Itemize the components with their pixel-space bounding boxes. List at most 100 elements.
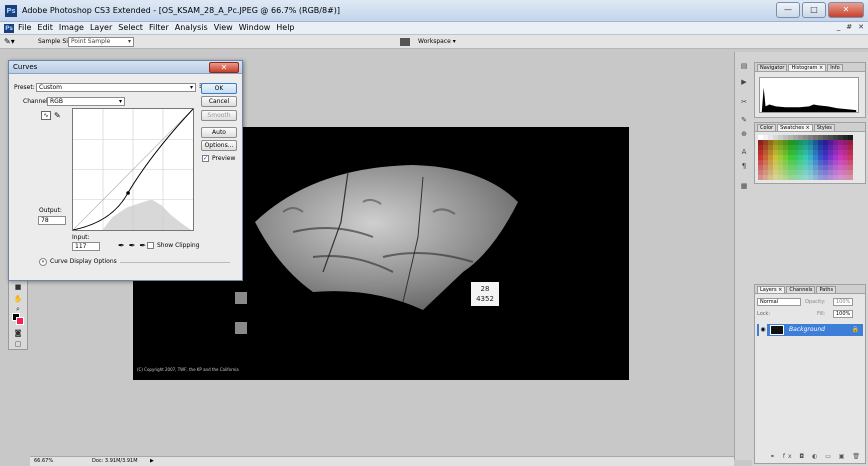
menu-window[interactable]: Window xyxy=(239,23,271,32)
doc-minimize-button[interactable]: _ xyxy=(837,23,841,31)
eye-icon[interactable]: ◉ xyxy=(759,324,767,336)
menu-analysis[interactable]: Analysis xyxy=(175,23,208,32)
histogram-graph xyxy=(759,77,859,113)
sample-size-select[interactable]: Point Sample ▾ xyxy=(68,37,134,47)
title-bar: Ps Adobe Photoshop CS3 Extended - [OS_KS… xyxy=(0,0,868,22)
chevron-down-icon: ▾ xyxy=(189,84,193,91)
doc-maximize-button[interactable]: # xyxy=(846,23,852,31)
scale-block xyxy=(235,292,247,304)
actions-icon[interactable]: ▶ xyxy=(739,78,749,87)
maximize-button[interactable]: □ xyxy=(802,2,826,18)
input-label: Input: xyxy=(72,234,90,241)
swatch-cell[interactable] xyxy=(848,175,853,180)
lock-label: Lock: xyxy=(757,311,771,317)
fill-label: Fill: xyxy=(817,311,826,317)
menu-help[interactable]: Help xyxy=(276,23,294,32)
curves-close-button[interactable]: ✕ xyxy=(209,62,239,73)
blend-mode-select[interactable]: Normal xyxy=(757,298,801,306)
menu-file[interactable]: File xyxy=(18,23,31,32)
chevron-down-icon: ▾ xyxy=(127,38,131,45)
opacity-field[interactable]: 100% xyxy=(833,298,853,306)
divider xyxy=(120,262,230,263)
tab-histogram[interactable]: Histogram × xyxy=(788,64,827,71)
output-label: Output: xyxy=(39,207,62,214)
pencil-icon[interactable]: ✎ xyxy=(54,111,61,120)
label-card-id: 4352 xyxy=(476,295,494,303)
menu-view[interactable]: View xyxy=(214,23,233,32)
clone-source-icon[interactable]: ⊕ xyxy=(739,130,749,139)
tab-layers[interactable]: Layers × xyxy=(757,286,786,293)
layers-panel: Layers × Channels Paths Normal Opacity: … xyxy=(754,284,866,464)
show-clipping-checkbox[interactable] xyxy=(147,242,154,249)
layer-thumbnail xyxy=(770,325,784,335)
expand-chevron-icon[interactable]: » xyxy=(39,258,47,266)
right-panels: Navigator Histogram × Info Color Swatche… xyxy=(752,52,868,466)
background-color-swatch[interactable] xyxy=(16,317,24,325)
screen-mode-icon[interactable]: ▢ xyxy=(12,340,24,349)
tab-channels[interactable]: Channels xyxy=(786,286,816,293)
eyedropper-tool-icon[interactable]: ✎▾ xyxy=(4,37,15,46)
curves-dialog: Curves ✕ Preset: Custom▾ ☰ Channel: RGB▾… xyxy=(8,60,243,281)
app-menu-icon[interactable]: Ps xyxy=(4,24,14,33)
character-icon[interactable]: A xyxy=(739,148,749,157)
swatches-panel: Color Swatches × Styles xyxy=(754,122,866,184)
workspace-button[interactable]: Workspace ▾ xyxy=(418,38,456,45)
channel-select[interactable]: RGB ▾ xyxy=(47,97,125,106)
curve-control-point[interactable] xyxy=(126,191,130,195)
history-icon[interactable]: ▤ xyxy=(739,62,749,71)
scale-block xyxy=(235,322,247,334)
menu-layer[interactable]: Layer xyxy=(90,23,112,32)
curve-display-options-label: Curve Display Options xyxy=(50,258,117,265)
chevron-down-icon: ▾ xyxy=(118,98,122,105)
close-button[interactable]: ✕ xyxy=(828,2,864,18)
curve-points-icon[interactable]: ∿ xyxy=(41,111,51,120)
layers-footer-icons[interactable]: ⚭ fx ◘ ◐ ▭ ▣ 🗑 xyxy=(757,453,863,460)
doc-size: Doc: 3.91M/3.91M xyxy=(92,458,138,464)
layer-comps-icon[interactable]: ▦ xyxy=(739,182,749,191)
quick-mask-icon[interactable]: ◙ xyxy=(12,329,24,338)
opacity-label: Opacity: xyxy=(805,299,826,305)
cancel-button[interactable]: Cancel xyxy=(201,96,237,107)
menu-select[interactable]: Select xyxy=(118,23,143,32)
zoom-level[interactable]: 66.67% xyxy=(34,457,53,466)
status-bar: 66.67% Doc: 3.91M/3.91M ▶ xyxy=(30,456,734,466)
tab-paths[interactable]: Paths xyxy=(816,286,837,293)
label-card-number: 28 xyxy=(480,285,490,293)
paragraph-icon[interactable]: ¶ xyxy=(739,162,749,171)
brushes-icon[interactable]: ✎ xyxy=(739,116,749,125)
layer-row-background[interactable]: ◉ Background 🔒 xyxy=(757,324,863,336)
histogram-panel: Navigator Histogram × Info xyxy=(754,62,866,118)
eyedropper-icons[interactable]: ✒✒✒ xyxy=(118,241,150,250)
preview-checkbox[interactable]: ✓ xyxy=(202,155,209,162)
menu-image[interactable]: Image xyxy=(59,23,84,32)
tab-info[interactable]: Info xyxy=(827,64,843,71)
smooth-button[interactable]: Smooth xyxy=(201,110,237,121)
workspace-icon[interactable] xyxy=(400,38,410,46)
window-controls: — □ ✕ xyxy=(776,2,864,18)
tab-color[interactable]: Color xyxy=(757,124,777,131)
menu-bar: Ps File Edit Image Layer Select Filter A… xyxy=(0,22,868,35)
tool-presets-icon[interactable]: ✂ xyxy=(739,98,749,107)
status-menu-arrow-icon[interactable]: ▶ xyxy=(150,457,154,466)
input-field[interactable]: 117 xyxy=(72,242,100,251)
tab-swatches[interactable]: Swatches × xyxy=(777,124,813,131)
options-bar: ✎▾ Sample Size: Point Sample ▾ Workspace … xyxy=(0,35,868,49)
hand-tool-icon[interactable]: ✋ xyxy=(12,295,24,304)
curves-graph[interactable] xyxy=(72,108,194,231)
menu-filter[interactable]: Filter xyxy=(149,23,169,32)
ok-button[interactable]: OK xyxy=(201,83,237,94)
options-button[interactable]: Options... xyxy=(201,140,237,151)
auto-button[interactable]: Auto xyxy=(201,127,237,138)
minimize-button[interactable]: — xyxy=(776,2,800,18)
menu-edit[interactable]: Edit xyxy=(37,23,53,32)
output-field[interactable]: 78 xyxy=(38,216,66,225)
tab-styles[interactable]: Styles xyxy=(813,124,835,131)
fill-field[interactable]: 100% xyxy=(833,310,853,318)
preview-label: Preview xyxy=(212,155,236,162)
doc-close-button[interactable]: ✕ xyxy=(858,23,864,31)
curves-title-bar[interactable]: Curves ✕ xyxy=(9,61,242,74)
shape-tool-icon[interactable]: ■ xyxy=(12,283,24,292)
preset-select[interactable]: Custom ▾ xyxy=(36,83,196,92)
tab-navigator[interactable]: Navigator xyxy=(757,64,788,71)
swatch-grid[interactable] xyxy=(758,135,853,180)
